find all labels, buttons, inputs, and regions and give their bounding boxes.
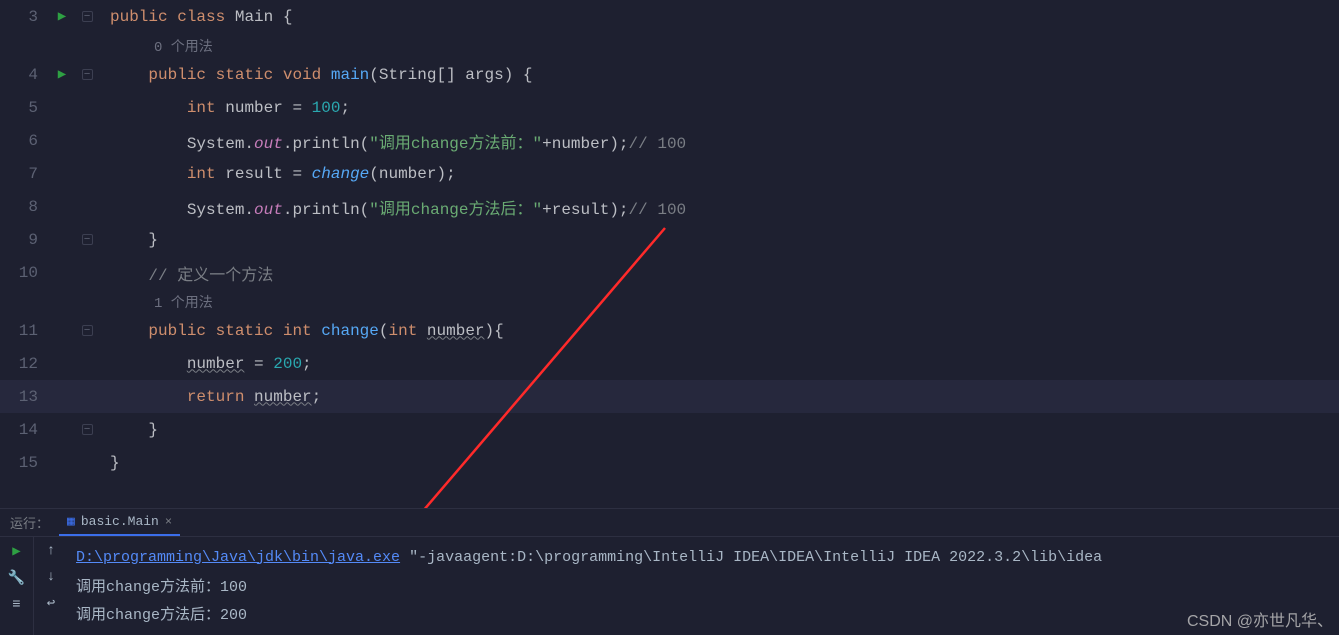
exe-link[interactable]: D:\programming\Java\jdk\bin\java.exe [76,549,400,566]
run-icon[interactable]: ▶ [12,543,20,560]
line-number: 7 [0,165,48,183]
soft-wrap-icon[interactable]: ↩ [47,595,55,612]
class-icon: ▦ [67,514,75,529]
down-icon[interactable]: ↓ [47,569,55,585]
output-toolbar: ↑ ↓ ↩ [34,537,68,635]
debug-icon[interactable]: ≡ [12,597,20,613]
run-tool-window: 运行： ▦ basic.Main × ▶ 🔧 ≡ ↑ ↓ ↩ D:\progra… [0,508,1339,635]
code-line[interactable]: } [98,454,120,472]
run-label: 运行： [0,513,59,532]
usages-inlay[interactable]: 0 个用法 [110,33,213,58]
code-line[interactable]: public static void main(String[] args) { [98,66,533,84]
line-number: 11 [0,322,48,340]
line-number: 6 [0,132,48,150]
line-number: 14 [0,421,48,439]
fold-minus-icon[interactable]: − [82,325,93,336]
line-number: 4 [0,66,48,84]
line-number: 3 [0,8,48,26]
watermark: CSDN @亦世凡华、 [1187,607,1333,631]
code-line[interactable]: } [98,231,158,249]
code-line[interactable]: return number; [98,388,321,406]
fold-minus-icon[interactable]: − [82,234,93,245]
line-number: 8 [0,198,48,216]
run-toolbar: ▶ 🔧 ≡ [0,537,34,635]
code-line[interactable]: System.out.println("调用change方法后："+result… [98,195,686,219]
console-output[interactable]: D:\programming\Java\jdk\bin\java.exe "-j… [68,537,1339,635]
line-number: 10 [0,264,48,282]
code-line[interactable]: public class Main { [98,8,292,26]
fold-minus-icon[interactable]: − [82,11,93,22]
line-number: 12 [0,355,48,373]
run-tab[interactable]: ▦ basic.Main × [59,509,180,536]
fold-minus-icon[interactable]: − [82,424,93,435]
wrench-icon[interactable]: 🔧 [8,570,25,587]
code-line[interactable]: int number = 100; [98,99,350,117]
run-tab-title: basic.Main [81,514,159,529]
code-line[interactable]: // 定义一个方法 [98,261,273,285]
usages-inlay[interactable]: 1 个用法 [110,289,213,314]
line-number: 5 [0,99,48,117]
line-number: 9 [0,231,48,249]
run-icon[interactable]: ▶ [58,66,66,83]
output-line: 调用change方法后：200 [76,599,1331,627]
line-number: 13 [0,388,48,406]
code-line[interactable]: } [98,421,158,439]
code-line[interactable]: int result = change(number); [98,165,456,183]
close-icon[interactable]: × [165,515,172,529]
code-editor[interactable]: 3 ▶ − public class Main { 0 个用法 4 ▶ − pu… [0,0,1339,479]
output-line: 调用change方法前：100 [76,571,1331,599]
code-line[interactable]: public static int change(int number){ [98,322,504,340]
run-icon[interactable]: ▶ [58,8,66,25]
fold-minus-icon[interactable]: − [82,69,93,80]
code-line[interactable]: System.out.println("调用change方法前："+number… [98,129,686,153]
code-line[interactable]: number = 200; [98,355,312,373]
up-icon[interactable]: ↑ [47,543,55,559]
line-number: 15 [0,454,48,472]
